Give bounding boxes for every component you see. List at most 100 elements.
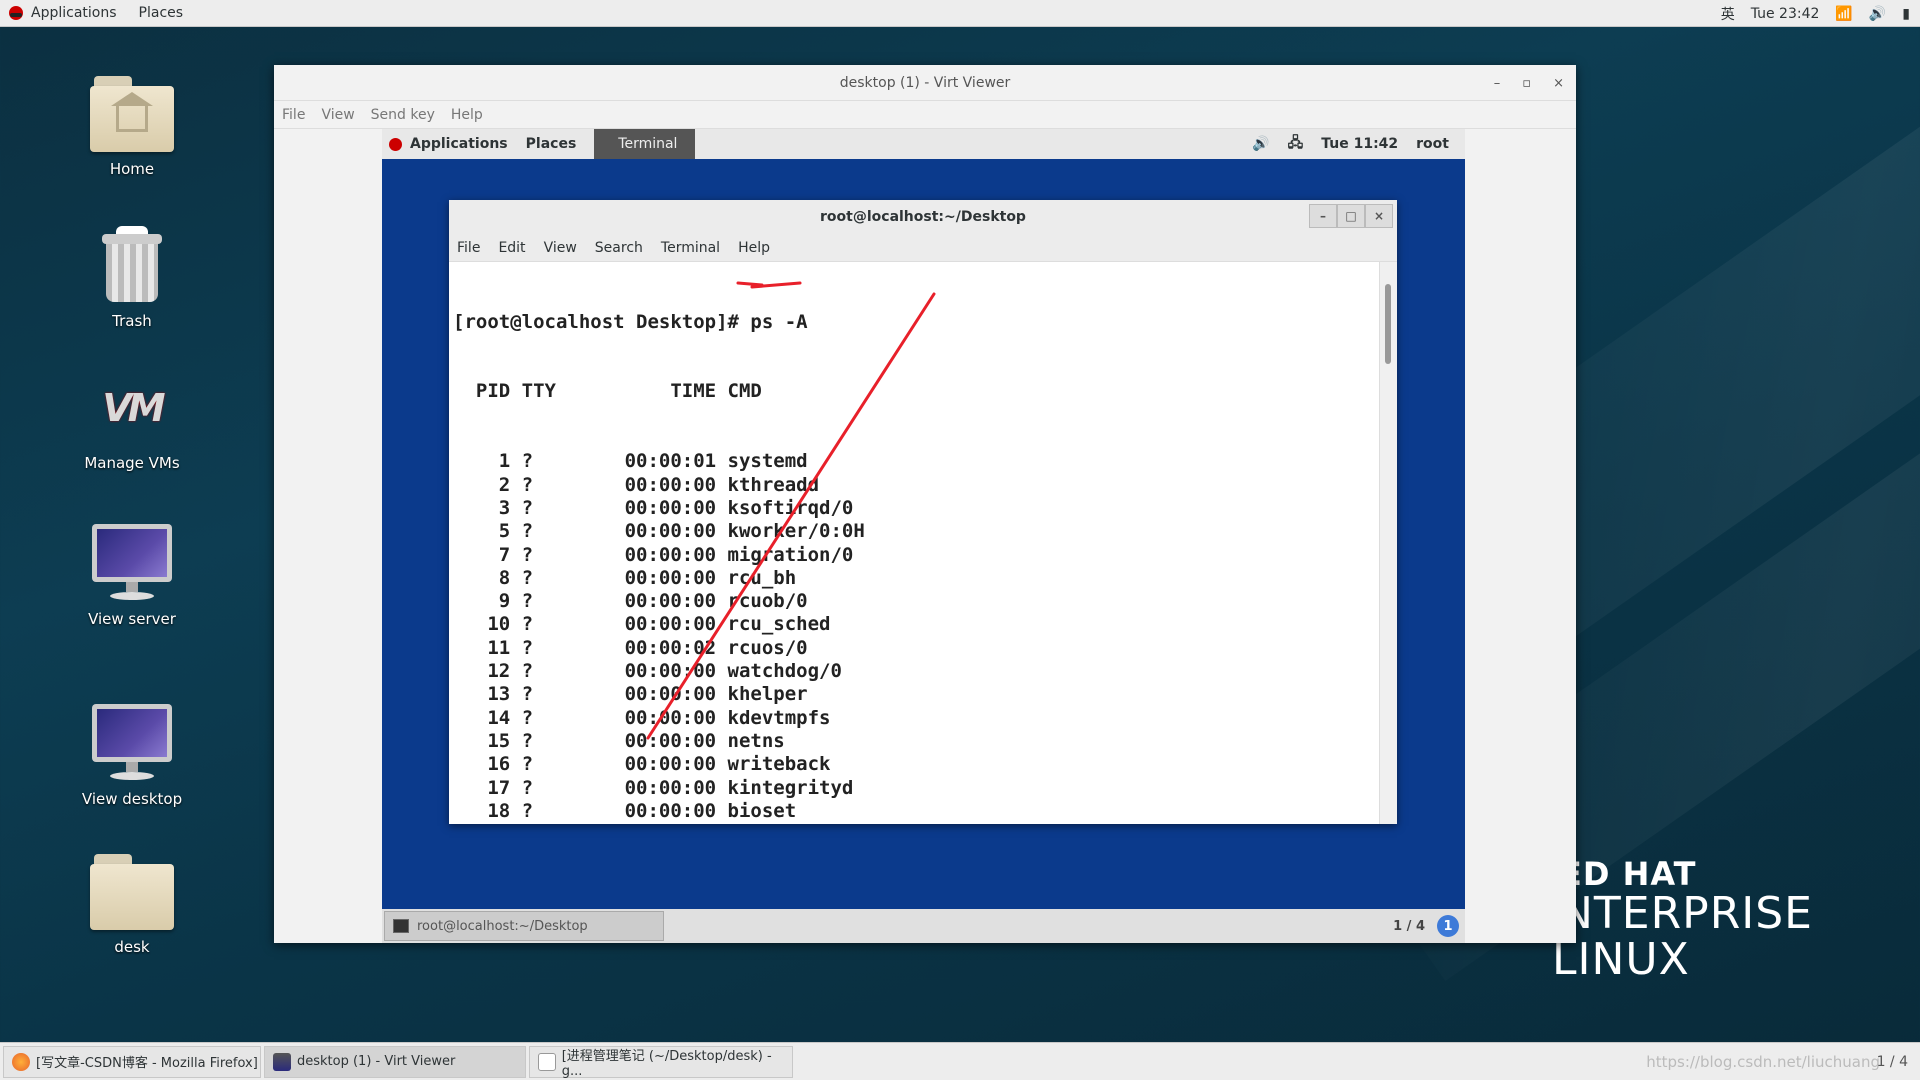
taskbar-item-firefox[interactable]: [写文章-CSDN博客 - Mozilla Firefox] [3,1045,261,1078]
guest-network-icon[interactable]: 🖧 [1288,132,1304,156]
watermark: https://blog.csdn.net/liuchuang [1646,1052,1880,1071]
guest-volume-icon[interactable]: 🔊 [1252,136,1269,152]
text-editor-icon [538,1052,556,1071]
desktop-icon-desk[interactable]: desk [57,854,207,956]
guest-task-label: root@localhost:~/Desktop [417,918,588,934]
taskbar-item-text-editor[interactable]: [进程管理笔记 (~/Desktop/desk) - g... [529,1045,793,1079]
terminal-menubar: File Edit View Search Terminal Help [449,234,1397,262]
firefox-icon [12,1052,30,1071]
guest-places-menu[interactable]: Places [526,136,577,152]
terminal-menu-view[interactable]: View [544,240,577,256]
desktop-icon-view-server[interactable]: View server [57,524,207,628]
terminal-titlebar[interactable]: root@localhost:~/Desktop – □ × [449,200,1397,234]
home-folder-icon [90,76,174,152]
battery-icon[interactable]: ▮ [1902,6,1910,22]
branding-line-3: LINUX [1552,934,1690,985]
guest-task-terminal[interactable]: root@localhost:~/Desktop [384,911,664,941]
process-row: 14 ? 00:00:00 kdevtmpfs [453,706,831,729]
desktop-icon-home[interactable]: Home [57,76,207,178]
terminal-maximize-button[interactable]: □ [1337,204,1365,228]
terminal-rows: 1 ? 00:00:01 systemd 2 ? 00:00:00 kthrea… [453,450,1375,824]
guest-clock[interactable]: Tue 11:42 [1321,136,1398,152]
process-row: 7 ? 00:00:00 migration/0 [453,543,854,566]
process-row: 11 ? 00:00:02 rcuos/0 [453,636,808,659]
menu-file[interactable]: File [282,107,305,123]
terminal-title: root@localhost:~/Desktop [820,209,1026,225]
terminal-icon [393,919,409,933]
rhel-branding: ED HAT NTERPRISE LINUX [1552,855,1813,982]
desktop-icon-label: Trash [112,312,152,330]
terminal-scrollbar[interactable] [1379,262,1397,824]
terminal-minimize-button[interactable]: – [1309,204,1337,228]
desktop-icon-label: Manage VMs [84,454,180,472]
taskbar-item-label: desktop (1) - Virt Viewer [297,1054,456,1069]
process-row: 1 ? 00:00:01 systemd [453,450,808,473]
desktop-icon-label: View desktop [81,790,183,808]
process-row: 9 ? 00:00:00 rcuob/0 [453,590,808,613]
terminal-close-button[interactable]: × [1365,204,1393,228]
virt-viewer-titlebar[interactable]: desktop (1) - Virt Viewer – ▫ × [274,65,1576,101]
desktop-icon-view-desktop[interactable]: View desktop [57,704,207,808]
close-button[interactable]: × [1553,76,1564,91]
monitor-icon [92,524,172,602]
process-row: 8 ? 00:00:00 rcu_bh [453,566,797,589]
process-row: 2 ? 00:00:00 kthreadd [453,473,820,496]
redhat-logo-icon [389,137,402,151]
process-row: 13 ? 00:00:00 khelper [453,683,808,706]
terminal-prompt-line: [root@localhost Desktop]# ps -A [453,310,808,333]
process-row: 3 ? 00:00:00 ksoftirqd/0 [453,496,854,519]
menu-help[interactable]: Help [451,107,483,123]
guest-bottom-bar: root@localhost:~/Desktop 1 / 4 1 [382,909,1465,943]
terminal-header-line: PID TTY TIME CMD [453,380,762,403]
desktop-icon-manage-vms[interactable]: VM Manage VMs [57,376,207,472]
scrollbar-thumb[interactable] [1385,284,1391,364]
guest-user-menu[interactable]: root [1416,136,1449,152]
info-icon[interactable]: 1 [1437,915,1459,937]
applications-menu[interactable]: Applications [31,5,117,21]
terminal-menu-help[interactable]: Help [738,240,770,256]
workspace-pager[interactable]: 1 / 4 [1877,1054,1908,1070]
process-row: 19 ? 00:00:00 kblockd [453,823,1375,824]
volume-icon[interactable]: 🔊 [1869,6,1886,22]
menu-send-key[interactable]: Send key [371,107,435,123]
terminal-menu-search[interactable]: Search [595,240,643,256]
menu-view[interactable]: View [321,107,354,123]
minimize-button[interactable]: – [1494,76,1501,91]
desktop-icon-trash[interactable]: Trash [57,226,207,330]
guest-workspace-pager[interactable]: 1 / 4 [1393,919,1425,934]
monitor-icon [92,704,172,782]
process-row: 18 ? 00:00:00 bioset [453,799,797,822]
maximize-button[interactable]: ▫ [1522,76,1531,91]
terminal-output[interactable]: [root@localhost Desktop]# ps -A PID TTY … [449,262,1379,824]
taskbar-item-label: [写文章-CSDN博客 - Mozilla Firefox] [36,1056,258,1071]
places-menu[interactable]: Places [139,5,184,21]
host-taskbar: [写文章-CSDN博客 - Mozilla Firefox] desktop (… [0,1042,1920,1080]
input-method-indicator[interactable]: 英 [1721,4,1735,24]
terminal-menu-file[interactable]: File [457,240,480,256]
terminal-menu-edit[interactable]: Edit [498,240,525,256]
window-title: desktop (1) - Virt Viewer [839,74,1011,91]
process-row: 15 ? 00:00:00 netns [453,729,785,752]
desktop-icon-label: Home [109,160,155,178]
monitor-icon [273,1052,291,1071]
taskbar-item-virt-viewer[interactable]: desktop (1) - Virt Viewer [264,1045,526,1078]
guest-applications-menu[interactable]: Applications [410,136,508,152]
desktop-icon-label: desk [114,938,150,956]
branding-line-2: NTERPRISE [1560,888,1813,939]
guest-terminal-menu[interactable]: Terminal [594,129,696,159]
terminal-menu-terminal[interactable]: Terminal [661,240,720,256]
trash-icon [102,226,162,304]
redhat-logo-icon [9,6,23,20]
terminal-window: root@localhost:~/Desktop – □ × File Edit… [449,200,1397,824]
virt-viewer-menubar: File View Send key Help [274,101,1576,129]
folder-icon [90,854,174,930]
branding-line-1: ED HAT [1560,855,1697,893]
guest-top-bar: Applications Places Terminal 🔊 🖧 Tue 11:… [382,129,1465,159]
wifi-icon[interactable]: 📶 [1835,6,1852,22]
clock[interactable]: Tue 23:42 [1751,6,1820,22]
vm-icon: VM [102,386,165,430]
process-row: 17 ? 00:00:00 kintegrityd [453,776,854,799]
host-top-bar: Applications Places 英 Tue 23:42 📶 🔊 ▮ [0,0,1920,27]
process-row: 10 ? 00:00:00 rcu_sched [453,613,831,636]
process-row: 12 ? 00:00:00 watchdog/0 [453,660,842,683]
